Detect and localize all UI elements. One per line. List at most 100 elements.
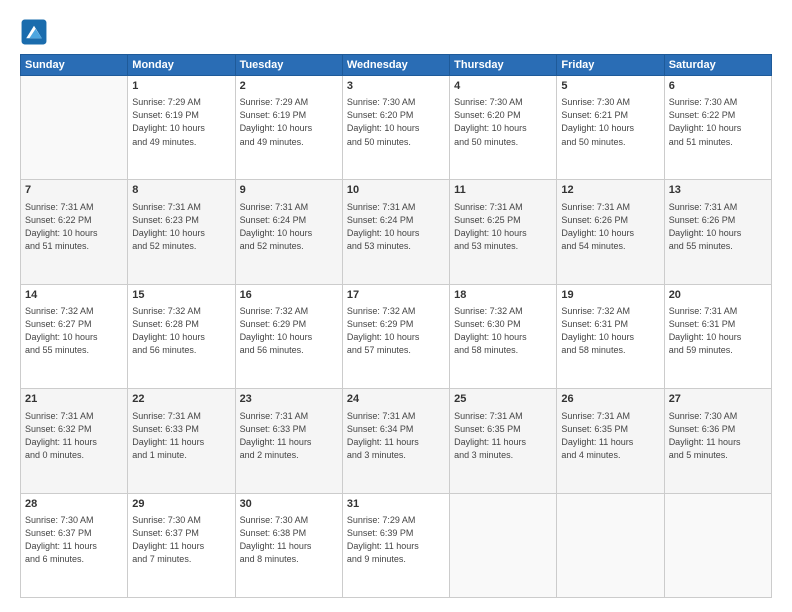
day-number: 10 [347, 183, 445, 198]
calendar-cell: 6Sunrise: 7:30 AM Sunset: 6:22 PM Daylig… [664, 76, 771, 180]
day-number: 29 [132, 497, 230, 512]
calendar-week-row: 7 Sunrise: 7:31 AM Sunset: 6:22 PM Daylig… [21, 180, 772, 284]
calendar-cell: 29 Sunrise: 7:30 AM Sunset: 6:37 PM Dayli… [128, 493, 235, 597]
calendar-cell: 17 Sunrise: 7:32 AM Sunset: 6:29 PM Dayli… [342, 284, 449, 388]
col-header-thursday: Thursday [450, 55, 557, 76]
calendar-week-row: 1 Sunrise: 7:29 AM Sunset: 6:19 PM Daylig… [21, 76, 772, 180]
day-number: 4 [454, 79, 552, 94]
day-info: Sunrise: 7:30 AM Sunset: 6:36 PM Dayligh… [669, 410, 767, 462]
day-number: 11 [454, 183, 552, 198]
col-header-monday: Monday [128, 55, 235, 76]
calendar-cell: 10 Sunrise: 7:31 AM Sunset: 6:24 PM Dayli… [342, 180, 449, 284]
day-info: Sunrise: 7:30 AM Sunset: 6:21 PM Dayligh… [561, 96, 659, 148]
calendar-cell: 25Sunrise: 7:31 AM Sunset: 6:35 PM Dayli… [450, 389, 557, 493]
day-info: Sunrise: 7:29 AM Sunset: 6:19 PM Dayligh… [132, 96, 230, 148]
day-number: 17 [347, 288, 445, 303]
day-info: Sunrise: 7:29 AM Sunset: 6:39 PM Dayligh… [347, 514, 445, 566]
day-info: Sunrise: 7:30 AM Sunset: 6:37 PM Dayligh… [132, 514, 230, 566]
col-header-friday: Friday [557, 55, 664, 76]
day-info: Sunrise: 7:31 AM Sunset: 6:32 PM Dayligh… [25, 410, 123, 462]
col-header-sunday: Sunday [21, 55, 128, 76]
day-number: 18 [454, 288, 552, 303]
calendar-cell: 20Sunrise: 7:31 AM Sunset: 6:31 PM Dayli… [664, 284, 771, 388]
day-number: 28 [25, 497, 123, 512]
day-number: 30 [240, 497, 338, 512]
calendar-cell: 12 Sunrise: 7:31 AM Sunset: 6:26 PM Dayli… [557, 180, 664, 284]
day-info: Sunrise: 7:31 AM Sunset: 6:33 PM Dayligh… [240, 410, 338, 462]
calendar-cell: 26 Sunrise: 7:31 AM Sunset: 6:35 PM Dayli… [557, 389, 664, 493]
page: SundayMondayTuesdayWednesdayThursdayFrid… [0, 0, 792, 612]
day-info: Sunrise: 7:31 AM Sunset: 6:33 PM Dayligh… [132, 410, 230, 462]
day-number: 19 [561, 288, 659, 303]
day-number: 12 [561, 183, 659, 198]
day-number: 3 [347, 79, 445, 94]
day-info: Sunrise: 7:31 AM Sunset: 6:26 PM Dayligh… [669, 201, 767, 253]
calendar-cell [450, 493, 557, 597]
day-number: 7 [25, 183, 123, 198]
calendar-cell: 24 Sunrise: 7:31 AM Sunset: 6:34 PM Dayli… [342, 389, 449, 493]
calendar-cell: 18 Sunrise: 7:32 AM Sunset: 6:30 PM Dayli… [450, 284, 557, 388]
day-info: Sunrise: 7:32 AM Sunset: 6:29 PM Dayligh… [347, 305, 445, 357]
day-info: Sunrise: 7:31 AM Sunset: 6:24 PM Dayligh… [240, 201, 338, 253]
calendar-week-row: 21Sunrise: 7:31 AM Sunset: 6:32 PM Dayli… [21, 389, 772, 493]
day-info: Sunrise: 7:30 AM Sunset: 6:38 PM Dayligh… [240, 514, 338, 566]
day-number: 2 [240, 79, 338, 94]
day-info: Sunrise: 7:31 AM Sunset: 6:34 PM Dayligh… [347, 410, 445, 462]
calendar-cell: 30 Sunrise: 7:30 AM Sunset: 6:38 PM Dayli… [235, 493, 342, 597]
day-info: Sunrise: 7:31 AM Sunset: 6:25 PM Dayligh… [454, 201, 552, 253]
calendar-cell: 28Sunrise: 7:30 AM Sunset: 6:37 PM Dayli… [21, 493, 128, 597]
calendar-cell: 1 Sunrise: 7:29 AM Sunset: 6:19 PM Daylig… [128, 76, 235, 180]
calendar-cell: 27 Sunrise: 7:30 AM Sunset: 6:36 PM Dayli… [664, 389, 771, 493]
day-info: Sunrise: 7:30 AM Sunset: 6:20 PM Dayligh… [347, 96, 445, 148]
logo-icon [20, 18, 48, 46]
calendar-week-row: 28 Sunrise: 7:30 AM Sunset: 6:37 PM Dayli… [21, 493, 772, 597]
day-number: 31 [347, 497, 445, 512]
day-info: Sunrise: 7:32 AM Sunset: 6:30 PM Dayligh… [454, 305, 552, 357]
day-number: 16 [240, 288, 338, 303]
day-info: Sunrise: 7:31 AM Sunset: 6:23 PM Dayligh… [132, 201, 230, 253]
calendar-cell: 21Sunrise: 7:31 AM Sunset: 6:32 PM Dayli… [21, 389, 128, 493]
day-number: 26 [561, 392, 659, 407]
calendar-cell: 9 Sunrise: 7:31 AM Sunset: 6:24 PM Daylig… [235, 180, 342, 284]
calendar-cell [664, 493, 771, 597]
day-number: 6 [669, 79, 767, 94]
day-info: Sunrise: 7:32 AM Sunset: 6:29 PM Dayligh… [240, 305, 338, 357]
calendar-cell: 8 Sunrise: 7:31 AM Sunset: 6:23 PM Daylig… [128, 180, 235, 284]
day-info: Sunrise: 7:31 AM Sunset: 6:26 PM Dayligh… [561, 201, 659, 253]
day-number: 23 [240, 392, 338, 407]
day-info: Sunrise: 7:31 AM Sunset: 6:22 PM Dayligh… [25, 201, 123, 253]
calendar-cell [21, 76, 128, 180]
day-number: 24 [347, 392, 445, 407]
day-number: 25 [454, 392, 552, 407]
day-number: 14 [25, 288, 123, 303]
day-info: Sunrise: 7:31 AM Sunset: 6:35 PM Dayligh… [561, 410, 659, 462]
day-info: Sunrise: 7:31 AM Sunset: 6:24 PM Dayligh… [347, 201, 445, 253]
day-number: 9 [240, 183, 338, 198]
calendar-cell: 7 Sunrise: 7:31 AM Sunset: 6:22 PM Daylig… [21, 180, 128, 284]
calendar-cell: 2 Sunrise: 7:29 AM Sunset: 6:19 PM Daylig… [235, 76, 342, 180]
logo [20, 18, 52, 46]
day-number: 1 [132, 79, 230, 94]
day-info: Sunrise: 7:32 AM Sunset: 6:31 PM Dayligh… [561, 305, 659, 357]
day-number: 27 [669, 392, 767, 407]
day-info: Sunrise: 7:29 AM Sunset: 6:19 PM Dayligh… [240, 96, 338, 148]
calendar-cell [557, 493, 664, 597]
calendar-cell: 23 Sunrise: 7:31 AM Sunset: 6:33 PM Dayli… [235, 389, 342, 493]
calendar-header-row: SundayMondayTuesdayWednesdayThursdayFrid… [21, 55, 772, 76]
day-info: Sunrise: 7:30 AM Sunset: 6:20 PM Dayligh… [454, 96, 552, 148]
day-number: 8 [132, 183, 230, 198]
day-number: 5 [561, 79, 659, 94]
day-info: Sunrise: 7:32 AM Sunset: 6:27 PM Dayligh… [25, 305, 123, 357]
calendar-cell: 4 Sunrise: 7:30 AM Sunset: 6:20 PM Daylig… [450, 76, 557, 180]
calendar-cell: 14 Sunrise: 7:32 AM Sunset: 6:27 PM Dayli… [21, 284, 128, 388]
day-number: 13 [669, 183, 767, 198]
calendar-cell: 19 Sunrise: 7:32 AM Sunset: 6:31 PM Dayli… [557, 284, 664, 388]
day-number: 20 [669, 288, 767, 303]
calendar-table: SundayMondayTuesdayWednesdayThursdayFrid… [20, 54, 772, 598]
calendar-cell: 3 Sunrise: 7:30 AM Sunset: 6:20 PM Daylig… [342, 76, 449, 180]
day-number: 15 [132, 288, 230, 303]
calendar-cell: 15Sunrise: 7:32 AM Sunset: 6:28 PM Dayli… [128, 284, 235, 388]
col-header-tuesday: Tuesday [235, 55, 342, 76]
day-number: 22 [132, 392, 230, 407]
calendar-cell: 22 Sunrise: 7:31 AM Sunset: 6:33 PM Dayli… [128, 389, 235, 493]
